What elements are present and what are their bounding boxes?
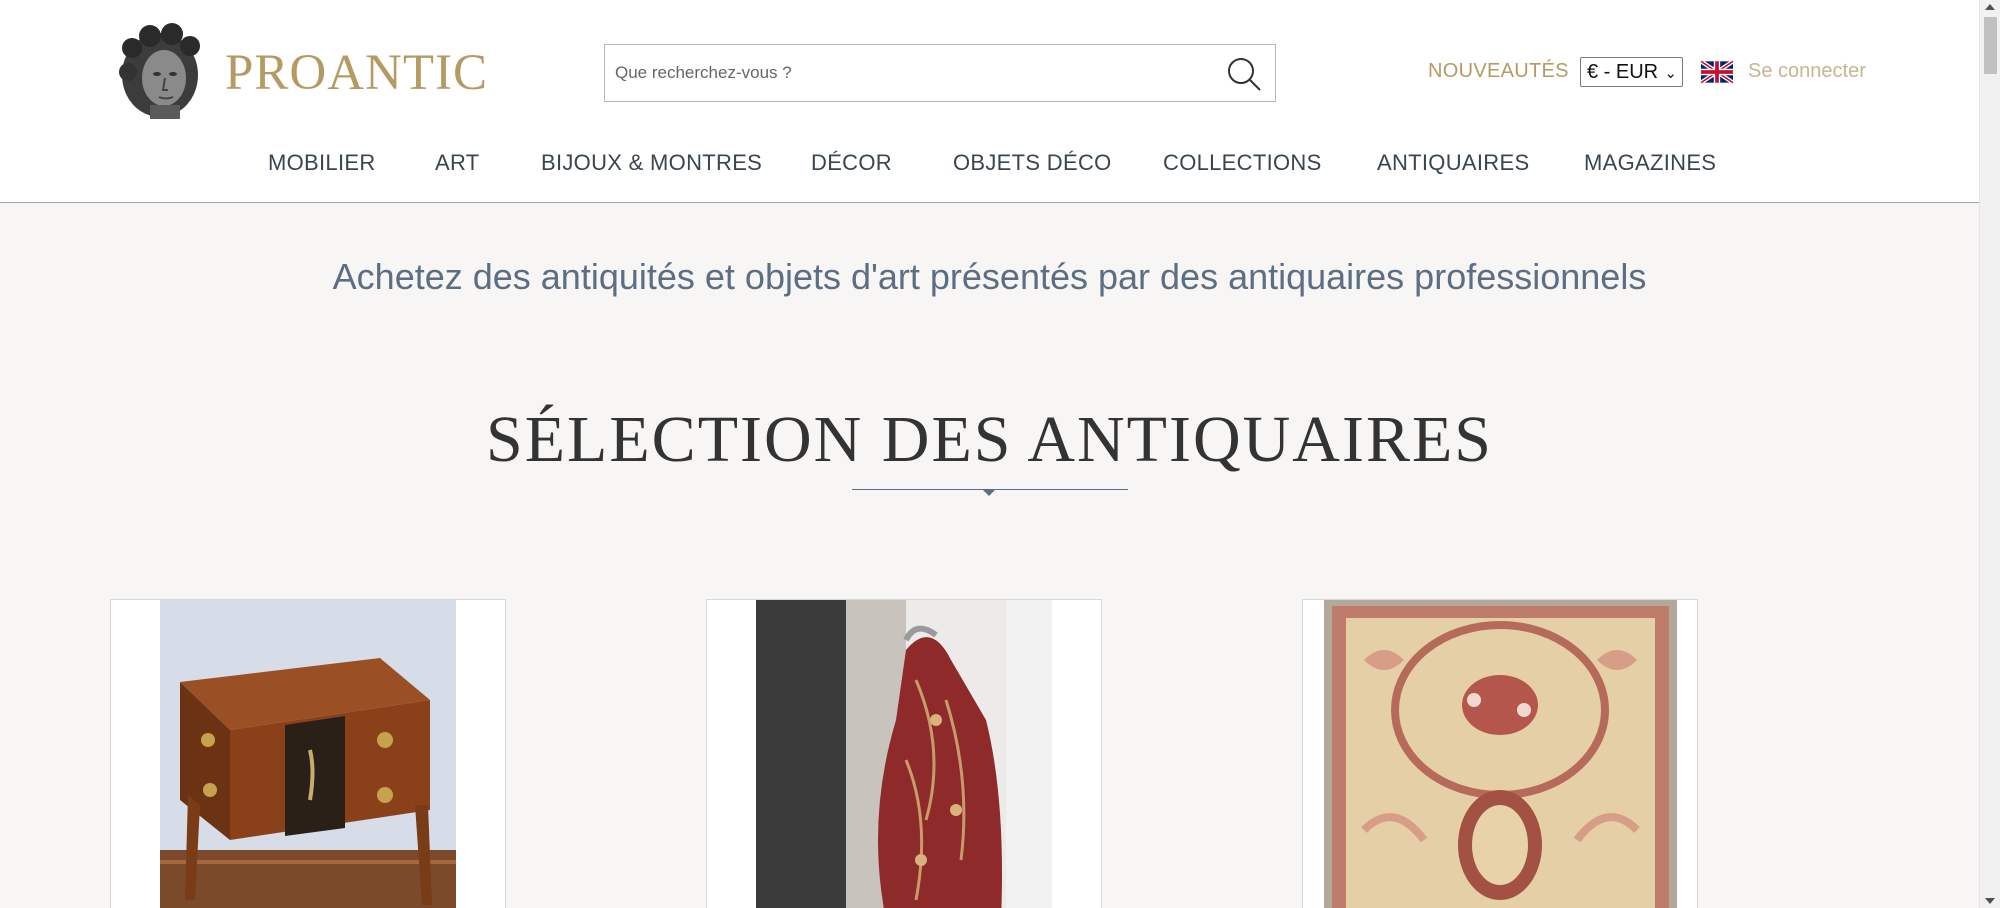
scroll-down-icon[interactable] [1985,898,1995,904]
brand-name[interactable]: PROANTIC [225,44,488,102]
section-title: SÉLECTION DES ANTIQUAIRES [486,403,1493,476]
product-card[interactable] [1302,599,1698,908]
product-card[interactable] [110,599,506,908]
currency-value: € - EUR [1587,61,1659,83]
currency-select[interactable]: € - EUR ⌄ [1580,57,1683,87]
nav-item-antiquaires[interactable]: ANTIQUAIRES [1377,150,1529,176]
search-box [604,44,1276,102]
news-link[interactable]: NOUVEAUTÉS [1428,60,1569,83]
logo-bust-icon[interactable] [110,20,210,122]
divider-arrow-icon [982,489,996,496]
nav-item-art[interactable]: ART [435,150,480,176]
nav-item-objets-deco[interactable]: OBJETS DÉCO [953,150,1112,176]
page-tagline: Achetez des antiquités et objets d'art p… [332,256,1647,297]
inlaid-commode-image[interactable] [160,600,456,908]
site-header: PROANTIC NOUVEAUTÉS € - EUR ⌄ Se connect… [0,0,1979,203]
page-scrollbar[interactable] [1979,0,2000,908]
nav-item-collections[interactable]: COLLECTIONS [1163,150,1322,176]
aubusson-rug-image[interactable] [1324,600,1677,908]
search-icon[interactable] [1225,55,1263,93]
product-card[interactable] [706,599,1102,908]
scroll-thumb[interactable] [1984,17,1997,74]
nav-item-magazines[interactable]: MAGAZINES [1584,150,1716,176]
nav-item-decor[interactable]: DÉCOR [811,150,892,176]
login-link[interactable]: Se connecter [1748,60,1866,83]
nav-item-mobilier[interactable]: MOBILIER [268,150,376,176]
chevron-down-icon: ⌄ [1664,65,1677,82]
search-input[interactable] [615,45,1205,101]
uk-flag-icon[interactable] [1701,60,1733,84]
paisley-shawl-image[interactable] [756,600,1052,908]
nav-item-bijoux-montres[interactable]: BIJOUX & MONTRES [541,150,762,176]
scroll-up-icon[interactable] [1985,4,1995,10]
